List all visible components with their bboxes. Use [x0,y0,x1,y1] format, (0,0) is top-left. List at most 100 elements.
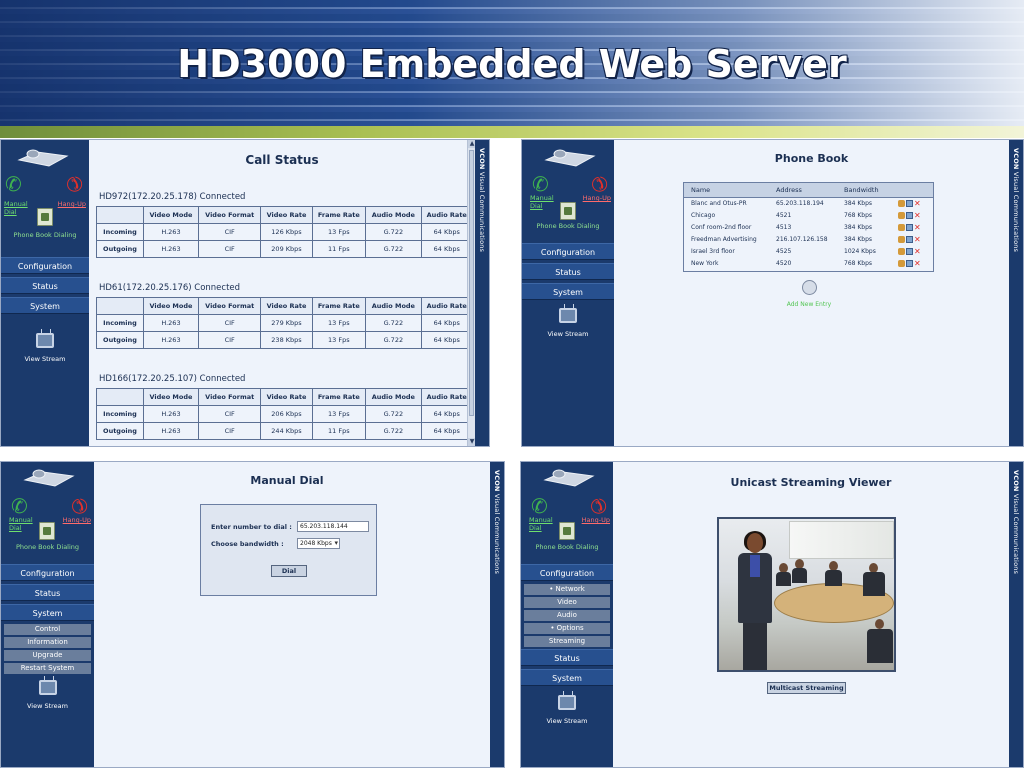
view-stream-link[interactable]: View Stream [1,333,89,363]
delete-entry-icon[interactable]: ✕ [914,200,921,208]
menu-configuration[interactable]: Configuration [521,564,613,581]
menu-system[interactable]: System [1,297,89,314]
call-status-content: Call Status HD972(172.20.25.178) Connect… [89,140,476,446]
sidebar: ✆ ✆ Manual Dial Hang-Up Phone Book Diali… [522,140,614,446]
vendor-bar: VCON Visual Communications [1009,140,1023,446]
table-row: Israel 3rd floor 4525 1024 Kbps ✕ [684,246,933,258]
delete-entry-icon[interactable]: ✕ [914,260,921,268]
call-heading: HD972(172.20.25.178) Connected [99,192,246,202]
menu-system[interactable]: System [1,604,94,621]
table-row: Outgoing H.263 CIF 244 Kbps 11 Fps G.722… [96,422,473,440]
menu-configuration[interactable]: Configuration [522,243,614,260]
table-cell: 64 Kbps [420,331,473,349]
vertical-scrollbar[interactable]: ▲ ▼ [467,140,476,446]
submenu-audio[interactable]: Audio [524,610,610,621]
edit-entry-icon[interactable] [906,212,913,219]
manual-dial-link[interactable]: Manual Dial [9,516,39,532]
view-stream-link[interactable]: View Stream [521,695,613,725]
dial-entry-icon[interactable] [898,260,905,267]
dial-button[interactable]: Dial [271,565,307,577]
dial-entry-icon[interactable] [898,212,905,219]
delete-entry-icon[interactable]: ✕ [914,212,921,220]
table-cell: G.722 [365,422,422,440]
phone-dial-icon[interactable]: ✆ [532,174,549,194]
delete-entry-icon[interactable]: ✕ [914,224,921,232]
manual-dial-link[interactable]: Manual Dial [4,200,34,216]
bandwidth-select[interactable]: 2048 Kbps [297,538,340,549]
submenu-restart-system[interactable]: Restart System [4,663,91,674]
submenu-options[interactable]: • Options [524,623,610,634]
entry-address: 65.203.118.194 [776,200,824,207]
phone-dial-icon[interactable]: ✆ [11,496,28,516]
submenu-control[interactable]: Control [4,624,91,635]
entry-address: 4520 [776,260,792,267]
dial-entry-icon[interactable] [898,200,905,207]
phone-book-icon[interactable] [559,522,575,540]
phone-book-table: Name Address Bandwidth Blanc and Otus-PR… [683,182,934,272]
table-cell: CIF [197,240,262,258]
hang-up-link[interactable]: Hang-Up [582,516,610,524]
phone-book-dialing-link[interactable]: Phone Book Dialing [521,543,613,552]
table-header: Audio Mode [365,388,422,406]
edit-entry-icon[interactable] [906,236,913,243]
delete-entry-icon[interactable]: ✕ [914,236,921,244]
entry-name: Blanc and Otus-PR [691,200,747,207]
table-row: Chicago 4521 768 Kbps ✕ [684,210,933,222]
menu-status[interactable]: Status [522,263,614,280]
entry-bandwidth: 384 Kbps [844,236,873,243]
view-stream-link[interactable]: View Stream [1,680,94,710]
dial-entry-icon[interactable] [898,248,905,255]
video-person-body [792,568,807,583]
scroll-thumb[interactable] [469,150,474,416]
hang-up-link[interactable]: Hang-Up [63,516,91,524]
menu-configuration[interactable]: Configuration [1,564,94,581]
phone-book-dialing-link[interactable]: Phone Book Dialing [1,543,94,552]
table-header: Video Mode [143,206,199,224]
table-cell: Incoming [96,223,144,241]
manual-dial-link[interactable]: Manual Dial [529,516,559,532]
table-cell: G.722 [365,331,422,349]
menu-system[interactable]: System [521,669,613,686]
call-stats-table: Video Mode Video Format Video Rate Frame… [96,206,473,258]
phone-book-icon[interactable] [560,202,576,220]
phone-book-dialing-link[interactable]: Phone Book Dialing [1,231,89,240]
phone-dial-icon[interactable]: ✆ [531,496,548,516]
multicast-streaming-button[interactable]: Multicast Streaming [767,682,846,694]
phone-book-icon[interactable] [37,208,53,226]
add-new-entry-button[interactable]: Add New Entry [774,280,844,308]
phone-book-window: ✆ ✆ Manual Dial Hang-Up Phone Book Diali… [521,139,1024,447]
table-header: Frame Rate [311,297,367,315]
phone-hangup-icon[interactable]: ✆ [60,170,89,199]
submenu-video[interactable]: Video [524,597,610,608]
edit-entry-icon[interactable] [906,260,913,267]
table-cell: Outgoing [96,422,144,440]
table-cell: 279 Kbps [260,314,313,332]
menu-status[interactable]: Status [521,649,613,666]
submenu-streaming[interactable]: Streaming [524,636,610,647]
hang-up-link[interactable]: Hang-Up [58,200,86,208]
phone-book-icon[interactable] [39,522,55,540]
submenu-network[interactable]: • Network [524,584,610,595]
dial-entry-icon[interactable] [898,224,905,231]
number-input[interactable]: 65.203.118.144 [297,521,369,532]
table-header: Address [776,186,802,194]
menu-configuration[interactable]: Configuration [1,257,89,274]
delete-entry-icon[interactable]: ✕ [914,248,921,256]
entry-actions: ✕ [898,258,922,270]
submenu-upgrade[interactable]: Upgrade [4,650,91,661]
edit-entry-icon[interactable] [906,200,913,207]
hang-up-link[interactable]: Hang-Up [583,194,611,202]
edit-entry-icon[interactable] [906,248,913,255]
dial-entry-icon[interactable] [898,236,905,243]
submenu-information[interactable]: Information [4,637,91,648]
edit-entry-icon[interactable] [906,224,913,231]
manual-dial-link[interactable]: Manual Dial [530,194,560,210]
phone-book-dialing-link[interactable]: Phone Book Dialing [522,222,614,231]
phone-dial-icon[interactable]: ✆ [5,174,22,194]
view-stream-link[interactable]: View Stream [522,308,614,338]
menu-system[interactable]: System [522,283,614,300]
video-stream[interactable] [717,517,896,672]
banner-title: HD3000 Embedded Web Server [177,42,847,86]
menu-status[interactable]: Status [1,277,89,294]
menu-status[interactable]: Status [1,584,94,601]
